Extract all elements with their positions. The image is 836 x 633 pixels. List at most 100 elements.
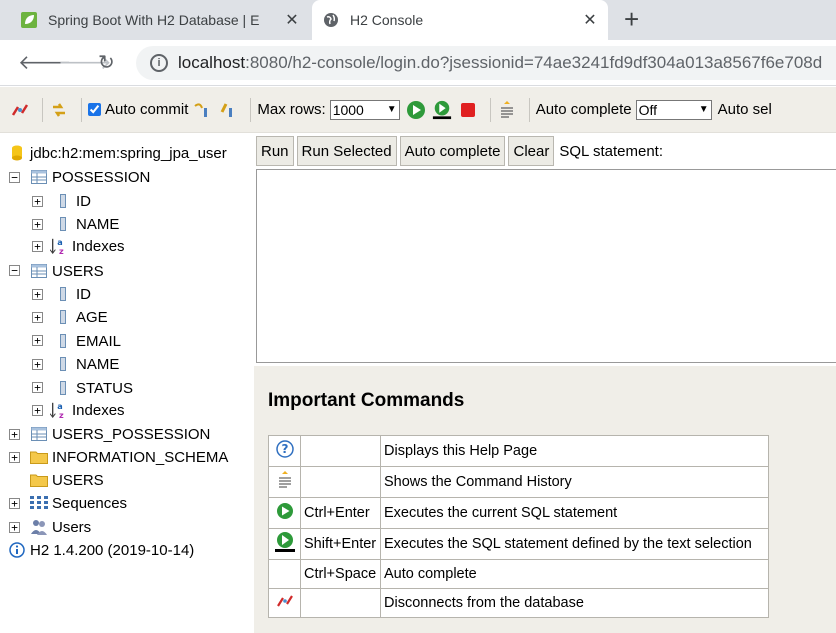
url-path: :8080/h2-console/login.do?jsessionid=74a…	[245, 53, 823, 72]
commands-table: ? Displays this Help Page Shows the Comm…	[268, 435, 769, 618]
h2-toolbar: Auto commit Max rows: 1000 ▼ Auto complet…	[0, 87, 836, 133]
rollback-icon[interactable]	[192, 100, 212, 120]
collapse-icon[interactable]: −	[9, 172, 20, 183]
description-cell: Displays this Help Page	[380, 435, 769, 467]
column-node[interactable]: NAME	[54, 213, 119, 235]
sequences-node[interactable]: Sequences	[30, 492, 127, 514]
description-cell: Executes the current SQL statement	[380, 497, 769, 529]
svg-text:z: z	[59, 410, 64, 420]
url-host: localhost	[178, 53, 246, 72]
expand-icon[interactable]: +	[9, 522, 20, 533]
run-selected-button[interactable]: Run Selected	[296, 136, 397, 166]
schema-node-users[interactable]: USERS	[30, 469, 104, 491]
indexes-node[interactable]: az Indexes	[50, 399, 125, 421]
svg-text:z: z	[59, 246, 64, 256]
indexes-node[interactable]: az Indexes	[50, 235, 125, 257]
expand-icon[interactable]: +	[9, 452, 20, 463]
new-tab-button[interactable]: +	[624, 6, 639, 32]
expand-icon[interactable]: +	[32, 405, 43, 416]
stop-icon[interactable]	[458, 100, 478, 120]
expand-icon[interactable]: +	[32, 382, 43, 393]
column-icon	[54, 332, 72, 350]
description-cell: Executes the SQL statement defined by th…	[380, 528, 769, 560]
table-node-users[interactable]: USERS	[30, 260, 104, 282]
connection-node[interactable]: jdbc:h2:mem:spring_jpa_user	[8, 142, 227, 164]
column-icon	[54, 379, 72, 397]
table-row: Shows the Command History	[268, 466, 769, 498]
expand-icon[interactable]: +	[32, 289, 43, 300]
indexes-label: Indexes	[72, 237, 125, 255]
expand-icon[interactable]: +	[9, 429, 20, 440]
column-name: ID	[76, 192, 91, 210]
column-node[interactable]: ID	[54, 190, 91, 212]
toolbar-separator	[250, 97, 252, 122]
help-panel: Important Commands ? Displays this Help …	[254, 366, 836, 633]
site-info-icon[interactable]: i	[150, 54, 168, 72]
help-icon[interactable]: ?	[268, 435, 301, 467]
schema-node-information-schema[interactable]: INFORMATION_SCHEMA	[30, 446, 228, 468]
close-tab-icon[interactable]: ✕	[582, 10, 598, 30]
toolbar-separator	[489, 97, 491, 122]
collapse-icon[interactable]: −	[9, 265, 20, 276]
column-name: ID	[76, 285, 91, 303]
shortcut-cell: Shift+Enter	[300, 528, 381, 560]
browser-tab-bar: Spring Boot With H2 Database | E ✕ H2 Co…	[0, 0, 836, 40]
expand-icon[interactable]: +	[32, 312, 43, 323]
auto-commit-checkbox[interactable]	[88, 103, 101, 116]
auto-complete-button[interactable]: Auto complete	[399, 136, 506, 166]
shortcut-cell: Ctrl+Enter	[300, 497, 381, 529]
run-icon[interactable]	[268, 497, 301, 529]
run-icon[interactable]	[406, 100, 426, 120]
table-row: Disconnects from the database	[268, 588, 769, 618]
disconnect-icon[interactable]	[268, 588, 301, 618]
column-icon	[54, 215, 72, 233]
auto-complete-select[interactable]: Off ▼	[635, 99, 712, 120]
run-button[interactable]: Run	[256, 136, 294, 166]
empty-icon-cell	[268, 559, 301, 589]
commit-icon[interactable]	[218, 100, 238, 120]
shortcut-cell: Ctrl+Space	[300, 559, 381, 589]
table-node-users-possession[interactable]: USERS_POSSESSION	[30, 423, 210, 445]
connection-label: jdbc:h2:mem:spring_jpa_user	[30, 144, 227, 162]
shortcut-cell	[300, 466, 381, 498]
tab-spring-boot[interactable]: Spring Boot With H2 Database | E ✕	[10, 0, 310, 40]
column-node[interactable]: STATUS	[54, 377, 133, 399]
column-icon	[54, 192, 72, 210]
column-node[interactable]: AGE	[54, 306, 108, 328]
expand-icon[interactable]: +	[32, 335, 43, 346]
refresh-icon[interactable]	[49, 100, 69, 120]
close-tab-icon[interactable]: ✕	[284, 10, 300, 30]
history-icon[interactable]	[268, 466, 301, 498]
history-icon[interactable]	[497, 100, 517, 120]
table-node-possession[interactable]: POSSESSION	[30, 166, 150, 188]
table-icon	[30, 262, 48, 280]
table-icon	[30, 425, 48, 443]
column-node[interactable]: EMAIL	[54, 330, 121, 352]
expand-icon[interactable]: +	[32, 196, 43, 207]
chevron-down-icon: ▼	[698, 104, 709, 115]
column-name: AGE	[76, 308, 108, 326]
expand-icon[interactable]: +	[9, 498, 20, 509]
svg-text:?: ?	[281, 442, 288, 456]
expand-icon[interactable]: +	[32, 359, 43, 370]
help-title: Important Commands	[268, 390, 465, 411]
run-selected-icon[interactable]	[268, 528, 301, 560]
disconnect-icon[interactable]	[10, 100, 30, 120]
auto-complete-label: Auto complete	[535, 101, 632, 118]
address-bar[interactable]: i localhost:8080/h2-console/login.do?jse…	[136, 46, 836, 80]
max-rows-label: Max rows:	[257, 101, 326, 118]
tab-h2-console[interactable]: H2 Console ✕	[312, 0, 608, 40]
expand-icon[interactable]: +	[32, 241, 43, 252]
max-rows-select[interactable]: 1000 ▼	[329, 99, 400, 120]
toolbar-separator	[528, 97, 530, 122]
column-node[interactable]: NAME	[54, 353, 119, 375]
sequences-icon	[30, 494, 48, 512]
reload-icon[interactable]: ↻	[98, 52, 115, 74]
users-node[interactable]: Users	[30, 516, 91, 538]
clear-button[interactable]: Clear	[508, 136, 555, 166]
column-node[interactable]: ID	[54, 283, 91, 305]
run-selected-icon[interactable]	[432, 100, 452, 120]
table-name: USERS	[52, 262, 104, 280]
expand-icon[interactable]: +	[32, 219, 43, 230]
sql-input[interactable]	[256, 169, 836, 363]
